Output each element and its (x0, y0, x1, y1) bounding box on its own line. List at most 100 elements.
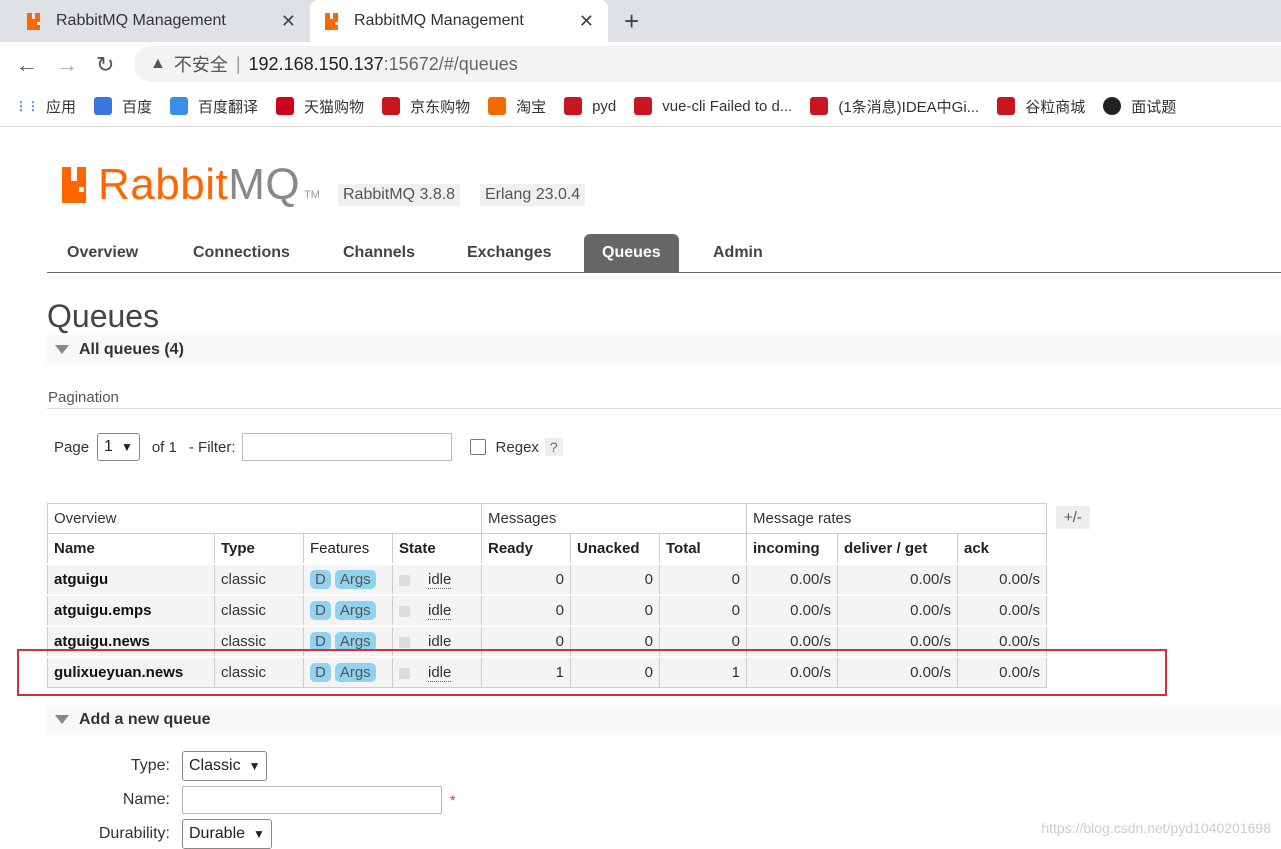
csdn-icon (634, 97, 653, 115)
tmall-icon (276, 97, 295, 115)
total-count: 0 (659, 594, 747, 627)
rabbit-logo-icon (62, 167, 92, 203)
bookmark-item[interactable]: 谷粒商城 (997, 96, 1085, 117)
bookmark-label: pyd (592, 97, 617, 115)
col-name[interactable]: Name (47, 533, 215, 565)
page-select-value: 1 (104, 438, 113, 455)
bookmark-label: 面试题 (1131, 98, 1177, 116)
durable-badge: D (310, 570, 331, 589)
browser-tab-bar: RabbitMQ Management ✕ RabbitMQ Managemen… (0, 0, 1281, 42)
browser-tab-1[interactable]: RabbitMQ Management ✕ (12, 0, 310, 42)
github-icon (1103, 97, 1122, 115)
bookmark-item[interactable]: 面试题 (1103, 96, 1176, 117)
bookmark-item[interactable]: 百度翻译 (170, 96, 258, 117)
queue-name-input[interactable] (182, 786, 442, 814)
columns-toggle-button[interactable]: +/- (1056, 506, 1090, 529)
rabbitmq-favicon-icon (324, 12, 342, 30)
queue-type: classic (214, 563, 304, 596)
bookmark-item[interactable]: 淘宝 (488, 96, 546, 117)
durability-label: Durability: (98, 825, 170, 842)
jd-icon (382, 97, 401, 115)
apps-icon: ⋮⋮ (15, 99, 39, 113)
forward-arrow-icon[interactable]: → (56, 52, 78, 78)
tab-admin[interactable]: Admin (713, 234, 763, 272)
tab-close-icon[interactable]: ✕ (281, 11, 296, 32)
tab-close-icon[interactable]: ✕ (579, 11, 594, 32)
browser-tab-2[interactable]: RabbitMQ Management ✕ (310, 0, 608, 42)
back-arrow-icon[interactable]: ← (16, 52, 38, 78)
regex-checkbox[interactable] (469, 439, 486, 455)
all-queues-title: All queues (4) (79, 341, 184, 358)
tab-connections[interactable]: Connections (193, 234, 290, 272)
table-row: atguigu.emps classic D Args idle 0 0 0 0.00/s 0.0… (47, 594, 1047, 627)
tab-overview[interactable]: Overview (67, 234, 138, 272)
ready-count: 0 (481, 594, 571, 627)
bookmark-label: 应用 (46, 98, 77, 116)
bookmark-item[interactable]: (1条消息)IDEA中Gi... (810, 96, 979, 117)
col-unacked[interactable]: Unacked (570, 533, 660, 565)
queue-type: classic (214, 594, 304, 627)
col-state[interactable]: State (392, 533, 482, 565)
col-ready[interactable]: Ready (481, 533, 571, 565)
tab-title: RabbitMQ Management (354, 12, 524, 29)
col-deliver-get[interactable]: deliver / get (837, 533, 958, 565)
page-select[interactable]: 1 ▼ (97, 433, 140, 461)
collapse-triangle-icon (55, 345, 69, 354)
bookmark-label: (1条消息)IDEA中Gi... (838, 98, 980, 116)
url-input[interactable]: ▲ 不安全 | 192.168.150.137:15672/#/queues (134, 46, 1281, 82)
all-queues-section-header[interactable]: All queues (4) (47, 335, 1281, 365)
erlang-version: Erlang 23.0.4 (480, 184, 586, 206)
chevron-down-icon: ▼ (248, 759, 261, 773)
state-indicator-icon (399, 636, 410, 648)
col-features: Features (303, 533, 393, 565)
security-label: 不安全 (173, 55, 228, 75)
bookmark-item[interactable]: vue-cli Failed to d... (634, 97, 792, 115)
bookmark-item[interactable]: 京东购物 (382, 96, 470, 117)
incoming-rate: 0.00/s (746, 563, 838, 596)
type-select[interactable]: Classic ▼ (182, 751, 268, 781)
name-row: Name: * (0, 786, 455, 814)
pagination-label: Pagination (48, 389, 119, 406)
main-nav: Overview Connections Channels Exchanges … (47, 234, 1281, 273)
col-incoming[interactable]: incoming (746, 533, 838, 565)
bookmark-label: 京东购物 (410, 98, 471, 116)
tab-queues[interactable]: Queues (584, 234, 679, 272)
bookmark-label: vue-cli Failed to d... (662, 97, 793, 115)
page-of-label: of 1 (151, 438, 177, 456)
deliver-get-rate: 0.00/s (837, 594, 958, 627)
url-host: 192.168.150.137 (248, 53, 384, 74)
pagination-controls: Page 1 ▼ of 1 - Filter: Regex ? (54, 432, 563, 462)
bookmark-item[interactable]: 百度 (94, 96, 152, 117)
chevron-down-icon: ▼ (253, 827, 265, 841)
watermark: https://blog.csdn.net/pyd1040201698 (1041, 820, 1271, 836)
col-total[interactable]: Total (659, 533, 747, 565)
queue-name-link[interactable]: atguigu (47, 563, 215, 596)
csdn-icon (564, 97, 583, 115)
add-queue-section-header[interactable]: Add a new queue (47, 705, 1281, 735)
col-ack[interactable]: ack (957, 533, 1047, 565)
bookmark-item[interactable]: pyd (564, 97, 616, 115)
csdn-icon (997, 97, 1016, 115)
rabbitmq-favicon-icon (26, 12, 44, 30)
col-type[interactable]: Type (214, 533, 304, 565)
bookmark-item[interactable]: ⋮⋮ 应用 (15, 96, 77, 117)
queue-name-link[interactable]: atguigu.emps (47, 594, 215, 627)
divider (47, 408, 1281, 409)
durability-select[interactable]: Durable ▼ (182, 819, 272, 849)
url-separator: | (235, 53, 241, 74)
queue-features: D Args (303, 563, 393, 596)
regex-help-button[interactable]: ? (544, 438, 563, 456)
reload-icon[interactable]: ↻ (96, 52, 114, 78)
durability-row: Durability: Durable ▼ (0, 819, 272, 849)
tab-channels[interactable]: Channels (343, 234, 415, 272)
state-label: idle (428, 571, 452, 589)
logo-mq-text: MQ (228, 160, 301, 209)
url-path: :15672/#/queues (383, 53, 518, 74)
new-tab-icon[interactable]: + (624, 6, 639, 37)
tab-exchanges[interactable]: Exchanges (467, 234, 551, 272)
bookmark-label: 天猫购物 (304, 98, 365, 116)
bookmark-item[interactable]: 天猫购物 (276, 96, 364, 117)
filter-input[interactable] (241, 433, 452, 461)
ack-rate: 0.00/s (957, 563, 1047, 596)
page-label: Page (54, 438, 90, 456)
